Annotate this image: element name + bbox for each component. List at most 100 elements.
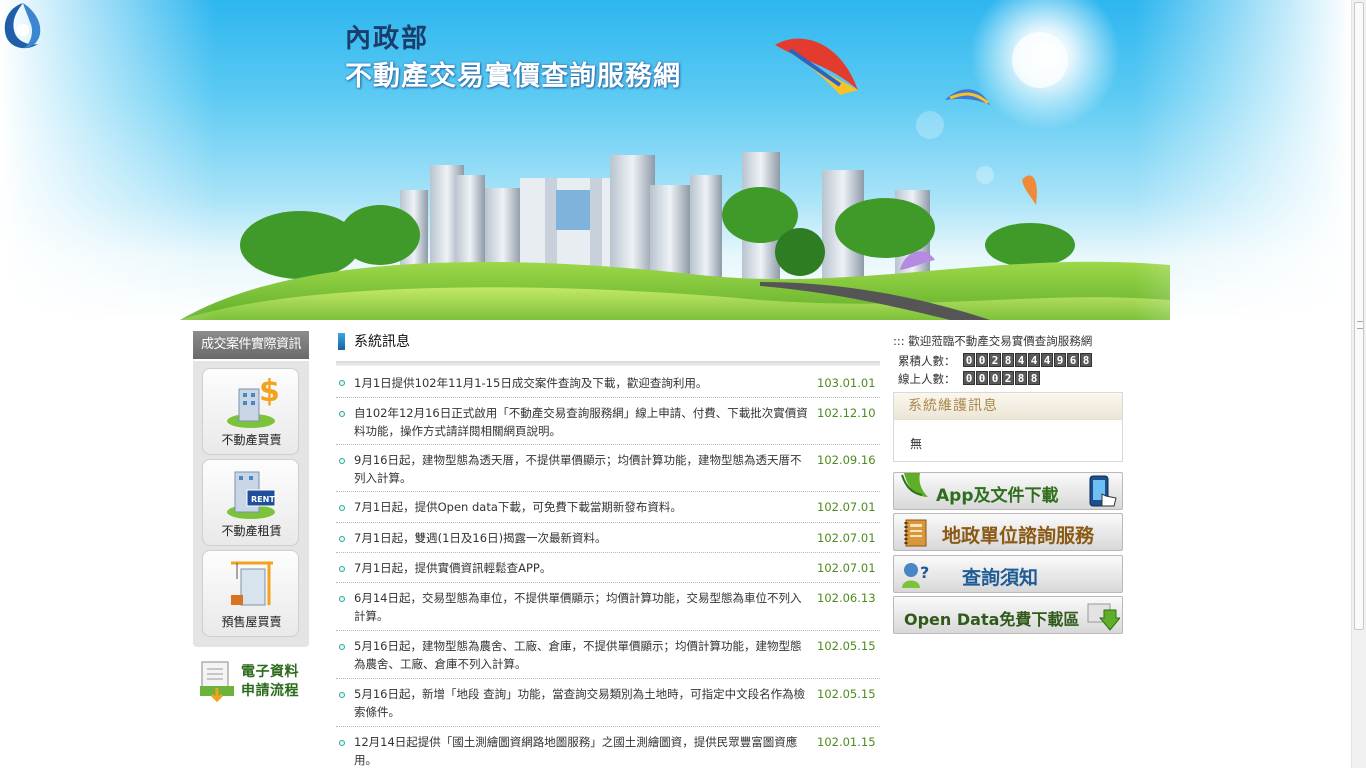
dollar-building-icon: $	[227, 374, 279, 428]
phone-tap-icon	[1089, 475, 1117, 507]
bullet-icon	[339, 596, 345, 602]
scrollbar-thumb[interactable]	[1354, 2, 1364, 630]
counter-digit: 2	[1002, 371, 1014, 385]
site-title: 不動產交易實價查詢服務網	[345, 61, 681, 92]
news-divider	[336, 361, 880, 366]
sidebar-panel: $ 不動產買賣 RENT 不動產租賃 預售屋買賣	[193, 361, 309, 647]
land-admin-consult-button[interactable]: 地政單位諮詢服務	[893, 513, 1123, 551]
news-item[interactable]: 7月1日起，雙週(1日及16日)揭露一次最新資料。 102.07.01	[336, 523, 880, 553]
news-date: 102.09.16	[817, 453, 876, 467]
maintenance-title: 系統維護訊息	[894, 393, 1122, 420]
bullet-icon	[339, 740, 345, 746]
open-data-label: Open Data免費下載區	[904, 610, 1080, 629]
online-visitors: 線上人數： 0 0 0 2 8 8	[893, 369, 1123, 387]
sidebar-item-real-estate-rent[interactable]: RENT 不動產租賃	[202, 459, 299, 546]
news-item[interactable]: 7月1日起，提供實價資訊輕鬆查APP。 102.07.01	[336, 553, 880, 583]
news-title: 系統訊息	[354, 334, 410, 350]
news-text: 9月16日起，建物型態為透天厝，不提供單價顯示；均價計算功能，建物型態為透天厝不…	[354, 453, 802, 485]
query-notice-label: 查詢須知	[962, 567, 1039, 589]
app-download-button[interactable]: App及文件下載	[893, 472, 1123, 510]
total-visitors: 累積人數： 0 0 2 8 4 4 4 9 6 8	[893, 351, 1123, 369]
scrollbar-grip-icon	[1357, 321, 1363, 329]
sidebar-item-presale[interactable]: 預售屋買賣	[202, 550, 299, 637]
for-rent-building-icon: RENT	[227, 471, 276, 519]
news-item[interactable]: 5月16日起，建物型態為農舍、工廠、倉庫，不提供單價顯示；均價計算功能，建物型態…	[336, 631, 880, 679]
news-item[interactable]: 12月14日起提供「國土測繪圖資網路地圖服務」之國土測繪圖資，提供民眾豐富圖資應…	[336, 727, 880, 768]
counter-digit: 4	[1041, 353, 1053, 367]
counter-digit: 2	[989, 353, 1001, 367]
online-visitors-label: 線上人數：	[898, 372, 956, 386]
sidebar-item-label: 預售屋買賣	[221, 615, 282, 629]
online-visitors-counter: 0 0 0 2 8 8	[963, 371, 1040, 385]
news-date: 103.01.01	[817, 376, 876, 390]
bullet-icon	[339, 566, 345, 572]
total-visitors-label: 累積人數：	[898, 354, 956, 368]
news-text: 7月1日起，提供實價資訊輕鬆查APP。	[354, 561, 552, 575]
counter-digit: 0	[989, 371, 1001, 385]
news-text: 7月1日起，提供Open data下載，可免費下載當期新發布資料。	[354, 500, 682, 514]
banner-illustration	[0, 0, 1351, 320]
news-text: 6月14日起，交易型態為車位，不提供單價顯示；均價計算功能，交易型態為車位不列入…	[354, 591, 802, 623]
counter-digit: 8	[1080, 353, 1092, 367]
news-text: 5月16日起，建物型態為農舍、工廠、倉庫，不提供單價顯示；均價計算功能，建物型態…	[354, 639, 802, 671]
counter-digit: 8	[1002, 353, 1014, 367]
news-text: 自102年12月16日正式啟用「不動產交易查詢服務網」線上申請、付費、下載批次實…	[354, 406, 808, 438]
page: 內政部 不動產交易實價查詢服務網 成交案件實際資訊 $ 不動產買賣 RENT 不…	[0, 0, 1366, 768]
news-header: 系統訊息	[336, 331, 880, 353]
left-sidebar: 成交案件實際資訊 $ 不動產買賣 RENT 不動產租賃 預售屋買賣	[193, 331, 309, 647]
open-data-download-button[interactable]: Open Data免費下載區	[893, 596, 1123, 634]
news-date: 102.05.15	[817, 687, 876, 701]
right-sidebar: ::: 歡迎蒞臨不動產交易實價查詢服務網 累積人數： 0 0 2 8 4 4 4…	[893, 333, 1123, 634]
news-date: 102.06.13	[817, 591, 876, 605]
total-visitors-counter: 0 0 2 8 4 4 4 9 6 8	[963, 353, 1092, 367]
news-date: 102.05.15	[817, 639, 876, 653]
counter-digit: 8	[1028, 371, 1040, 385]
sidebar-item-real-estate-sale[interactable]: $ 不動產買賣	[202, 368, 299, 455]
counter-digit: 0	[976, 371, 988, 385]
counter-digit: 0	[963, 371, 975, 385]
news-item[interactable]: 5月16日起，新增「地段 查詢」功能，當查詢交易類別為土地時，可指定中文段名作為…	[336, 679, 880, 727]
news-text: 12月14日起提供「國土測繪圖資網路地圖服務」之國土測繪圖資，提供民眾豐富圖資應…	[354, 735, 798, 767]
bullet-icon	[339, 536, 345, 542]
maintenance-box: 系統維護訊息 無	[893, 392, 1123, 462]
news-item[interactable]: 7月1日起，提供Open data下載，可免費下載當期新發布資料。 102.07…	[336, 492, 880, 523]
news-item[interactable]: 1月1日提供102年11月1-15日成交案件查詢及下載，歡迎查詢利用。 103.…	[336, 367, 880, 398]
news-title-marker	[338, 333, 345, 350]
svg-text:RENT: RENT	[251, 495, 275, 504]
bullet-icon	[339, 692, 345, 698]
bullet-icon	[339, 505, 345, 511]
ministry-name: 內政部	[345, 24, 430, 54]
system-news: 系統訊息 1月1日提供102年11月1-15日成交案件查詢及下載，歡迎查詢利用。…	[336, 331, 880, 767]
person-question-icon: ?	[902, 563, 929, 588]
news-date: 102.07.01	[817, 531, 876, 545]
counter-digit: 0	[976, 353, 988, 367]
bullet-icon	[339, 644, 345, 650]
news-item[interactable]: 自102年12月16日正式啟用「不動產交易查詢服務網」線上申請、付費、下載批次實…	[336, 398, 880, 445]
news-item[interactable]: 6月14日起，交易型態為車位，不提供單價顯示；均價計算功能，交易型態為車位不列入…	[336, 583, 880, 631]
svg-text:?: ?	[920, 563, 929, 582]
news-date: 102.07.01	[817, 561, 876, 575]
ministry-logo-icon	[4, 3, 41, 49]
svg-text:$: $	[259, 374, 279, 409]
bullet-icon	[339, 380, 345, 386]
query-notice-button[interactable]: ? 查詢須知	[893, 555, 1123, 593]
download-arrow-icon	[1087, 603, 1120, 631]
crane-building-icon	[231, 561, 273, 606]
welcome-text: ::: 歡迎蒞臨不動產交易實價查詢服務網	[893, 334, 1093, 348]
counter-digit: 6	[1067, 353, 1079, 367]
maintenance-body: 無	[910, 437, 923, 451]
news-text: 7月1日起，雙週(1日及16日)揭露一次最新資料。	[354, 531, 607, 545]
sidebar-title: 成交案件實際資訊	[193, 331, 309, 359]
news-date: 102.01.15	[817, 735, 876, 749]
edoc-application-link[interactable]: 電子資料 申請流程	[198, 658, 310, 704]
leaf-arrow-icon	[901, 473, 928, 497]
counter-digit: 9	[1054, 353, 1066, 367]
news-list: 1月1日提供102年11月1-15日成交案件查詢及下載，歡迎查詢利用。 103.…	[336, 367, 880, 768]
news-text: 1月1日提供102年11月1-15日成交案件查詢及下載，歡迎查詢利用。	[354, 376, 708, 390]
page-scrollbar[interactable]	[1351, 0, 1366, 768]
bullet-icon	[339, 411, 345, 417]
bullet-icon	[339, 458, 345, 464]
edoc-label-line2: 申請流程	[241, 683, 299, 699]
news-item[interactable]: 9月16日起，建物型態為透天厝，不提供單價顯示；均價計算功能，建物型態為透天厝不…	[336, 445, 880, 492]
news-text: 5月16日起，新增「地段 查詢」功能，當查詢交易類別為土地時，可指定中文段名作為…	[354, 687, 806, 719]
